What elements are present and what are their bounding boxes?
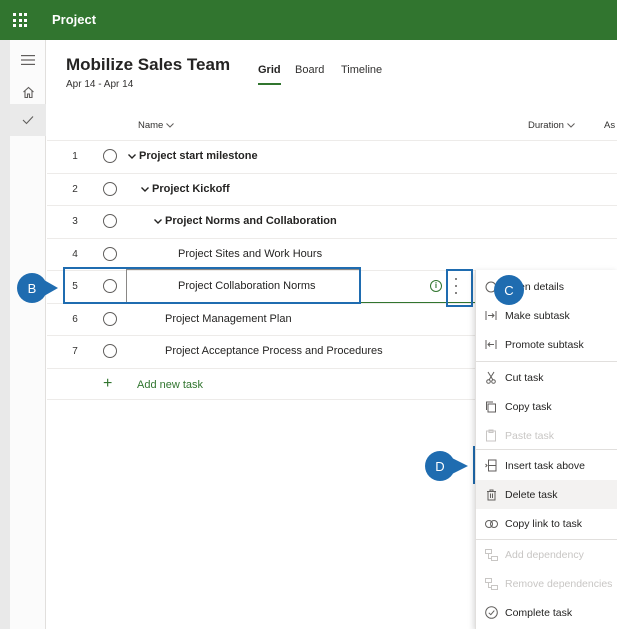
waffle-icon	[13, 13, 27, 27]
callout-b-pointer	[44, 280, 58, 296]
complete-task-checkbox[interactable]	[103, 344, 117, 358]
menu-item-add-dependency: Add dependency	[476, 540, 617, 569]
trash-icon	[483, 487, 499, 503]
outdent-icon	[483, 337, 499, 353]
menu-item-label: Complete task	[505, 606, 573, 619]
column-name-label: Name	[138, 120, 164, 131]
menu-button[interactable]	[10, 44, 46, 76]
menu-item-copy-link[interactable]: Copy link to task	[476, 509, 617, 538]
plus-icon: +	[103, 374, 113, 392]
menu-item-make-subtask[interactable]: Make subtask	[476, 301, 617, 330]
row-number: 2	[72, 183, 78, 195]
column-header-assigned[interactable]: As	[604, 120, 615, 131]
menu-item-cut-task[interactable]: Cut task	[476, 363, 617, 392]
dependency-icon	[483, 576, 499, 592]
task-title[interactable]: Project Management Plan	[165, 313, 292, 325]
plan-title: Mobilize Sales Team	[66, 55, 231, 74]
table-row[interactable]: 1 Project start milestone	[47, 140, 617, 173]
menu-item-copy-task[interactable]: Copy task	[476, 392, 617, 421]
callout-d-pointer	[452, 458, 468, 474]
menu-item-paste-task: Paste task	[476, 421, 617, 450]
app-launcher-button[interactable]	[0, 0, 40, 40]
link-icon	[483, 516, 499, 532]
callout-c: C	[494, 275, 524, 305]
menu-item-label: Add dependency	[505, 548, 584, 561]
menu-item-label: Cut task	[505, 371, 544, 384]
menu-item-label: Remove dependencies	[505, 577, 613, 590]
menu-item-label: Insert task above	[505, 459, 585, 472]
plan-dates: Apr 14 - Apr 14	[66, 79, 134, 90]
home-icon	[22, 86, 34, 98]
menu-item-insert-task-above[interactable]: Insert task above	[476, 451, 617, 480]
row-number: 4	[72, 248, 78, 260]
column-duration-label: Duration	[528, 120, 564, 131]
column-header-duration[interactable]: Duration	[528, 120, 575, 131]
menu-item-remove-dependencies: Remove dependencies	[476, 569, 617, 598]
info-icon[interactable]: i	[430, 280, 442, 292]
row-number: 7	[72, 346, 78, 357]
menu-item-label: Paste task	[505, 429, 555, 442]
tab-board[interactable]: Board	[295, 64, 324, 76]
tab-timeline[interactable]: Timeline	[341, 64, 382, 76]
menu-divider	[476, 361, 617, 362]
menu-item-label: Copy task	[505, 400, 552, 413]
chevron-down-icon	[166, 123, 175, 128]
table-row[interactable]: 4 Project Sites and Work Hours	[47, 237, 617, 271]
selected-tab-indicator	[258, 83, 281, 85]
callout-d: D	[425, 451, 455, 481]
indent-icon	[483, 308, 499, 324]
row-number: 6	[72, 313, 78, 325]
app-title: Project	[52, 12, 97, 27]
copy-icon	[483, 399, 499, 415]
task-title-text: Project Kickoff	[152, 182, 230, 195]
menu-item-delete-task[interactable]: Delete task	[476, 480, 617, 509]
task-title[interactable]: Project Acceptance Process and Procedure…	[165, 345, 383, 357]
check-circle-icon	[483, 605, 499, 621]
menu-item-label: Make subtask	[505, 309, 570, 322]
task-context-menu: Open details Make subtask Promote subtas…	[475, 270, 617, 629]
complete-task-checkbox[interactable]	[103, 149, 117, 163]
menu-item-label: Promote subtask	[505, 338, 584, 351]
complete-task-checkbox[interactable]	[103, 246, 117, 261]
task-title[interactable]: Project Kickoff	[141, 183, 230, 195]
table-row[interactable]: 3 Project Norms and Collaboration	[47, 205, 617, 238]
callout-b-highlight	[63, 267, 361, 304]
complete-task-checkbox[interactable]	[103, 214, 117, 228]
my-tasks-button[interactable]	[10, 104, 46, 136]
tab-grid[interactable]: Grid	[258, 64, 281, 76]
app-header: Project	[0, 0, 617, 40]
table-row[interactable]: 2 Project Kickoff	[47, 172, 617, 206]
chevron-down-icon[interactable]	[141, 186, 149, 192]
chevron-down-icon[interactable]	[154, 219, 162, 224]
task-title-text: Project Norms and Collaboration	[165, 215, 337, 227]
paste-icon	[483, 428, 499, 444]
row-number: 1	[72, 151, 78, 162]
menu-item-complete-task[interactable]: Complete task	[476, 598, 617, 627]
task-title-text: Project start milestone	[139, 150, 258, 162]
chevron-down-icon[interactable]	[128, 154, 136, 159]
menu-item-promote-subtask[interactable]: Promote subtask	[476, 330, 617, 359]
menu-item-label: Copy link to task	[505, 517, 583, 530]
row-number: 3	[72, 216, 78, 227]
checkmark-icon	[22, 116, 34, 125]
column-header-name[interactable]: Name	[138, 120, 175, 131]
complete-task-checkbox[interactable]	[103, 181, 117, 196]
task-title[interactable]: Project start milestone	[128, 150, 258, 162]
hamburger-icon	[21, 55, 35, 65]
callout-c-highlight	[446, 269, 473, 307]
task-title[interactable]: Project Sites and Work Hours	[178, 248, 322, 260]
menu-divider	[476, 449, 617, 450]
add-new-task-label[interactable]: Add new task	[137, 379, 203, 391]
insert-above-icon	[483, 458, 499, 474]
complete-task-checkbox[interactable]	[103, 311, 117, 326]
dependency-icon	[483, 547, 499, 563]
left-rail	[0, 40, 46, 629]
column-assigned-label: As	[604, 120, 616, 131]
scissors-icon	[483, 370, 499, 386]
task-title[interactable]: Project Norms and Collaboration	[154, 215, 337, 227]
callout-b: B	[17, 273, 47, 303]
chevron-down-icon	[567, 123, 575, 128]
menu-item-label: Delete task	[505, 488, 558, 501]
